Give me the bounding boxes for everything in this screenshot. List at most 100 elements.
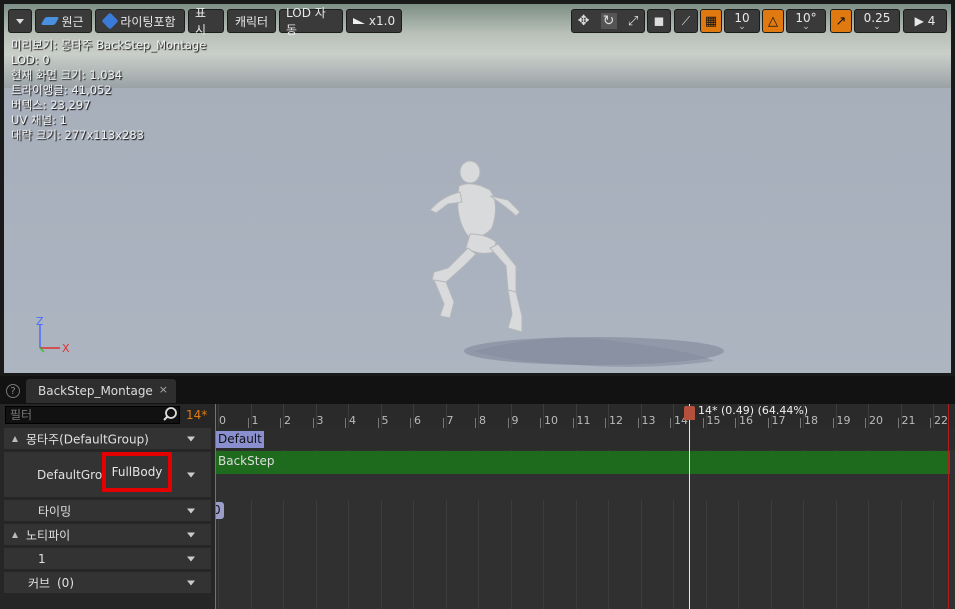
track-row-notify-1[interactable]: 1	[4, 548, 211, 569]
timeline-tick-label: 20	[869, 414, 883, 427]
close-icon[interactable]: ×	[159, 383, 168, 396]
expand-icon[interactable]	[12, 531, 18, 538]
ruler-mark	[767, 418, 769, 428]
timeline[interactable]: Default BackStep 0 0 1 2 3 4 5 6 7 8 9 10 11 12 13 14 1…	[215, 404, 955, 609]
slot-name-highlight[interactable]: FullBody	[102, 452, 172, 492]
rotation-snap-value[interactable]: 10° ⌄	[786, 9, 826, 33]
chevron-down-icon[interactable]	[187, 508, 195, 513]
chevron-down-icon: ⌄	[873, 21, 881, 32]
ruler-mark	[800, 418, 801, 428]
scale-snap-toggle[interactable]: ↗	[830, 9, 852, 33]
scale-snap-value[interactable]: 0.25 ⌄	[854, 9, 900, 33]
grid-icon: ▦	[704, 13, 718, 29]
surface-snap-button[interactable]: ⟋	[674, 9, 698, 33]
character-button[interactable]: 캐릭터	[227, 9, 276, 33]
playhead[interactable]	[689, 404, 690, 609]
grid-snap-toggle[interactable]: ▦	[700, 9, 722, 33]
rotation-snap-toggle[interactable]: △	[762, 9, 784, 33]
chevron-down-icon	[16, 18, 24, 24]
mannequin-character	[429, 160, 724, 367]
timeline-tick-label: 4	[349, 414, 356, 427]
ruler-mark	[605, 418, 606, 428]
preview-stats: 미리보기: 몽타주 BackStep_Montage LOD: 0 현재 화면 …	[11, 38, 206, 143]
timeline-tick-label: 0	[219, 414, 226, 427]
track-row-curves[interactable]: 커브 (0)	[4, 572, 211, 593]
ruler-mark	[897, 418, 899, 428]
timeline-tick-label: 12	[609, 414, 623, 427]
chevron-down-icon: ⌄	[802, 21, 810, 32]
camera-speed-label: 4	[927, 14, 936, 28]
ruler-mark	[572, 418, 574, 428]
track-row-timing[interactable]: 타이밍	[4, 500, 211, 521]
lighting-button[interactable]: 라이팅포함	[95, 9, 185, 33]
viewport-options-button[interactable]	[8, 9, 32, 33]
preview-viewport[interactable]: 원근 라이팅포함 표시 캐릭터 LOD 자동 x1.0 ✥ ↻ ⤢ ◼ ⟋ ▦ …	[4, 4, 951, 373]
ruler-mark	[637, 418, 639, 428]
timeline-tick-label: 19	[836, 414, 851, 427]
grid-snap-value[interactable]: 10 ⌄	[724, 9, 760, 33]
lod-button[interactable]: LOD 자동	[279, 6, 343, 37]
perspective-label: 원근	[61, 14, 84, 29]
ruler-mark	[507, 418, 509, 428]
end-marker	[948, 404, 949, 609]
ruler-mark	[930, 418, 931, 428]
scale-icon[interactable]: ⤢	[628, 14, 638, 29]
expand-icon[interactable]	[12, 435, 18, 442]
slot-name: FullBody	[111, 465, 163, 479]
lod-label: LOD 자동	[286, 6, 326, 37]
cube-icon: ◼	[653, 13, 665, 29]
perspective-icon	[41, 17, 60, 25]
stat-screen-size: 현재 화면 크기: 1.034	[11, 68, 123, 82]
filter-input[interactable]: 필터	[5, 406, 180, 424]
section-default[interactable]: Default	[216, 431, 264, 448]
lit-sphere-icon	[101, 12, 119, 30]
chevron-down-icon[interactable]	[187, 556, 195, 561]
track-label: 몽타주(DefaultGroup)	[26, 432, 149, 446]
stat-preview: 미리보기: 몽타주 BackStep_Montage	[11, 38, 207, 52]
timeline-tick-label: 5	[381, 414, 389, 427]
track-label: 노티파이	[26, 528, 71, 542]
camera-speed-button[interactable]: ▶ 4	[903, 9, 947, 33]
tab-title: BackStep_Montage	[38, 384, 153, 398]
track-row-notifies[interactable]: 노티파이	[4, 524, 211, 545]
start-marker	[215, 404, 216, 609]
show-button[interactable]: 표시	[188, 6, 224, 37]
segment-backstep[interactable]: BackStep	[215, 451, 950, 474]
ruler-mark	[670, 418, 671, 428]
filter-placeholder: 필터	[10, 408, 33, 422]
timing-marker[interactable]: 0	[215, 502, 224, 519]
track-row-montage-group[interactable]: 몽타주(DefaultGroup)	[4, 428, 211, 449]
timeline-tick-label: 22	[934, 414, 948, 427]
ruler-mark	[410, 418, 411, 428]
ruler-mark	[247, 418, 249, 428]
search-icon[interactable]	[162, 406, 180, 424]
chevron-down-icon[interactable]	[187, 532, 195, 537]
lighting-label: 라이팅포함	[120, 14, 176, 29]
chevron-down-icon[interactable]	[187, 472, 195, 477]
help-icon[interactable]: ?	[6, 384, 20, 398]
segment-label: BackStep	[218, 454, 275, 468]
axis-x-label: X	[62, 342, 70, 355]
surface-snap-icon: ⟋	[681, 13, 691, 28]
stat-uv-channels: UV 채널: 1	[11, 113, 67, 127]
perspective-button[interactable]: 원근	[35, 9, 92, 33]
ruler-mark	[280, 418, 281, 428]
ruler-mark	[442, 418, 444, 428]
rotate-icon[interactable]: ↻	[600, 13, 617, 29]
chevron-down-icon[interactable]	[187, 580, 195, 585]
translate-icon[interactable]: ✥	[578, 13, 590, 29]
timeline-tick-label: 3	[316, 414, 324, 427]
playhead-handle[interactable]	[684, 406, 695, 420]
curves-count: (0)	[57, 575, 74, 590]
playback-speed-button[interactable]: x1.0	[346, 9, 402, 33]
tab-montage[interactable]: BackStep_Montage ×	[26, 379, 176, 403]
current-frame-label: 14*	[186, 408, 208, 422]
character-label: 캐릭터	[234, 14, 269, 29]
timeline-tick-label: 6	[414, 414, 421, 427]
slot-track-lower	[215, 474, 955, 500]
timeline-tick-label: 21	[901, 414, 916, 427]
timeline-tick-label: 8	[479, 414, 486, 427]
section-track	[215, 428, 955, 450]
chevron-down-icon[interactable]	[187, 436, 195, 441]
coordinate-system-button[interactable]: ◼	[647, 9, 671, 33]
